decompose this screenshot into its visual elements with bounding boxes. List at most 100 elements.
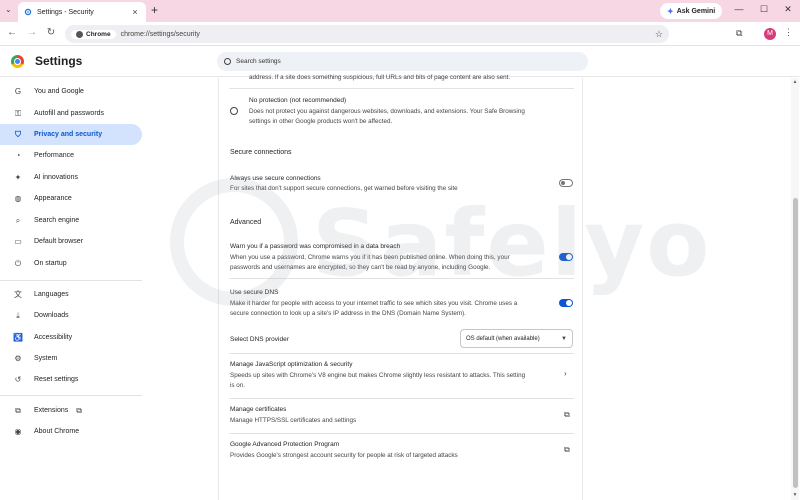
divider	[229, 398, 574, 399]
profile-avatar[interactable]: M	[764, 28, 776, 40]
extensions-puzzle-icon[interactable]: ⧉	[736, 28, 742, 39]
browser-window-icon: ▭	[14, 237, 22, 246]
sidebar-item-label: About Chrome	[34, 428, 80, 435]
scrollbar-thumb[interactable]	[793, 198, 798, 488]
advanced-protection-title: Google Advanced Protection Program	[230, 441, 340, 448]
window-close-button[interactable]: ✕	[781, 4, 795, 15]
sidebar-item-label: You and Google	[34, 88, 84, 95]
sidebar-item-label: AI innovations	[34, 174, 78, 181]
always-secure-title: Always use secure connections	[230, 175, 321, 182]
always-secure-desc: For sites that don't support secure conn…	[230, 185, 458, 192]
search-engine-icon: ⌕	[15, 215, 21, 225]
no-protection-title: No protection (not recommended)	[249, 97, 347, 104]
secure-dns-row[interactable]: Use secure DNS Make it harder for people…	[230, 289, 552, 317]
secure-dns-toggle[interactable]	[559, 299, 573, 307]
password-breach-toggle[interactable]	[559, 253, 573, 261]
sidebar-item-accessibility[interactable]: ♿ Accessibility	[0, 327, 142, 348]
back-arrow-icon[interactable]: ←	[5, 27, 19, 38]
speedometer-icon: ◔	[15, 151, 21, 160]
sidebar-item-label: Performance	[34, 152, 75, 159]
settings-header: Settings Search settings	[0, 47, 800, 77]
key-icon: ⚿	[14, 108, 22, 118]
no-protection-option[interactable]: No protection (not recommended) Does not…	[249, 97, 579, 125]
password-breach-desc-1: When you use a password, Chrome warns yo…	[230, 254, 510, 261]
wrench-icon: ⚙	[14, 354, 22, 363]
sidebar-item-performance[interactable]: ◔ Performance	[0, 145, 142, 166]
sparkle-icon: ✦	[14, 173, 22, 182]
sidebar-item-ai-innovations[interactable]: ✦ AI innovations	[0, 167, 142, 188]
tab-search-icon[interactable]: ⌄	[5, 5, 12, 14]
secure-dns-title: Use secure DNS	[230, 289, 279, 296]
sidebar-item-extensions[interactable]: ⧉ Extensions ⧉	[0, 400, 142, 421]
new-tab-button[interactable]: +	[151, 3, 158, 17]
cut-description: address. If a site does something suspic…	[249, 74, 511, 81]
sidebar-item-appearance[interactable]: ◍ Appearance	[0, 188, 142, 209]
dns-provider-label: Select DNS provider	[230, 336, 289, 343]
sidebar-item-label: System	[34, 355, 58, 362]
scroll-down-arrow-icon[interactable]: ▼	[791, 492, 799, 498]
scroll-up-arrow-icon[interactable]: ▲	[791, 79, 799, 85]
minimize-button[interactable]: —	[732, 4, 746, 14]
js-optimization-row[interactable]: Manage JavaScript optimization & securit…	[230, 361, 555, 389]
always-secure-toggle[interactable]	[559, 179, 573, 187]
maximize-button[interactable]: ☐	[757, 4, 771, 15]
url-text[interactable]: chrome://settings/security	[121, 31, 655, 38]
no-protection-desc-2: settings in other Google products won't …	[249, 118, 393, 125]
always-secure-row[interactable]: Always use secure connections For sites …	[230, 175, 550, 192]
no-protection-desc-1: Does not protect you against dangerous w…	[249, 108, 525, 115]
advanced-protection-desc: Provides Google's strongest account secu…	[230, 452, 458, 459]
translate-icon: 文	[14, 290, 22, 299]
sidebar-item-label: Downloads	[34, 312, 69, 319]
sidebar-item-reset-settings[interactable]: ↺ Reset settings	[0, 369, 142, 390]
reset-icon: ↺	[14, 375, 22, 384]
sidebar-item-default-browser[interactable]: ▭ Default browser	[0, 231, 142, 252]
secure-connections-heading: Secure connections	[230, 149, 292, 156]
password-breach-row[interactable]: Warn you if a password was compromised i…	[230, 243, 552, 271]
ask-gemini-button[interactable]: ✦ Ask Gemini	[660, 3, 723, 19]
sidebar-item-system[interactable]: ⚙ System	[0, 348, 142, 369]
sidebar-item-label: Reset settings	[34, 376, 79, 383]
certificates-row[interactable]: Manage certificates Manage HTTPS/SSL cer…	[230, 406, 530, 424]
sidebar-item-label: Appearance	[34, 195, 72, 202]
dns-provider-label-row: Select DNS provider	[230, 336, 430, 343]
gemini-icon: ✦	[667, 6, 674, 16]
sidebar-item-you-and-google[interactable]: G You and Google	[0, 81, 142, 102]
chrome-chip[interactable]: Chrome	[71, 29, 116, 39]
address-bar[interactable]: Chrome chrome://settings/security ☆	[65, 25, 669, 43]
divider	[229, 353, 574, 354]
standard-protection-cut-text: address. If a site does something suspic…	[249, 74, 579, 81]
sidebar-item-privacy-security[interactable]: ⛉ Privacy and security	[0, 124, 142, 145]
sidebar-divider	[0, 280, 142, 281]
palette-icon: ◍	[14, 194, 22, 203]
no-protection-radio[interactable]	[230, 107, 238, 115]
accessibility-icon: ♿	[13, 333, 23, 342]
js-optimization-title: Manage JavaScript optimization & securit…	[230, 361, 353, 368]
security-settings-card: address. If a site does something suspic…	[218, 74, 583, 500]
sidebar-item-downloads[interactable]: ⤓ Downloads	[0, 305, 142, 326]
tab-close-icon[interactable]: ×	[130, 7, 140, 17]
sidebar-item-languages[interactable]: 文 Languages	[0, 284, 142, 305]
tab-settings-security[interactable]: Settings - Security ×	[18, 2, 146, 22]
reload-icon[interactable]: ↻	[44, 27, 58, 38]
advanced-protection-row[interactable]: Google Advanced Protection Program Provi…	[230, 441, 550, 459]
bookmark-star-icon[interactable]: ☆	[655, 29, 663, 40]
forward-arrow-icon[interactable]: →	[25, 27, 39, 38]
chrome-logo-icon	[11, 55, 24, 68]
sidebar-item-autofill[interactable]: ⚿ Autofill and passwords	[0, 103, 142, 124]
open-external-icon[interactable]: ⧉	[564, 410, 570, 420]
dns-provider-select[interactable]: OS default (when available) ▼	[460, 329, 573, 348]
certificates-title: Manage certificates	[230, 406, 287, 413]
sidebar-item-about-chrome[interactable]: ◉ About Chrome	[0, 421, 142, 442]
chrome-chip-label: Chrome	[86, 30, 111, 38]
divider	[229, 278, 574, 279]
sidebar-item-on-startup[interactable]: ⏻ On startup	[0, 253, 142, 274]
puzzle-icon: ⧉	[15, 405, 21, 415]
search-settings-input[interactable]: Search settings	[217, 52, 588, 71]
ask-gemini-label: Ask Gemini	[676, 7, 716, 15]
sidebar-item-label: Accessibility	[34, 334, 73, 341]
chevron-right-icon[interactable]: ›	[564, 369, 567, 378]
password-breach-desc-2: passwords and usernames are encrypted, s…	[230, 264, 491, 271]
sidebar-item-search-engine[interactable]: ⌕ Search engine	[0, 210, 142, 231]
chrome-menu-icon[interactable]: ⋮	[784, 27, 793, 38]
open-external-icon[interactable]: ⧉	[564, 445, 570, 455]
